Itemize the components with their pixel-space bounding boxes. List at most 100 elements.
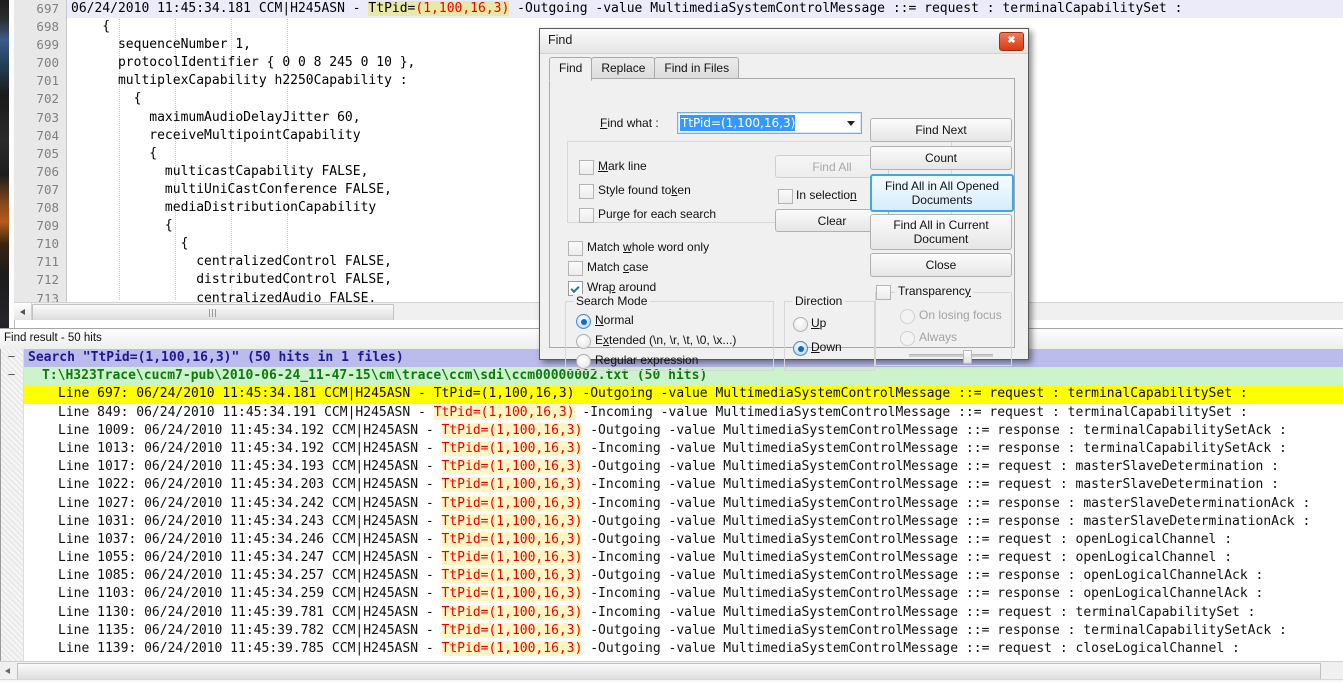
tab-find-in-files[interactable]: Find in Files [654, 57, 740, 78]
editor-hscroll-thumb[interactable] [32, 304, 394, 320]
tab-replace[interactable]: Replace [591, 57, 656, 78]
find-result-row[interactable]: Line 1031: 06/24/2010 11:45:34.243 CCM|H… [24, 513, 1343, 531]
always-radio[interactable] [900, 331, 915, 346]
find-dialog[interactable]: Find ✖ Find Replace Find in Files FFind … [539, 28, 1029, 371]
scroll-left-arrow-icon[interactable] [0, 662, 16, 679]
close-label: Close [925, 258, 957, 272]
find-result-row[interactable]: Line 1009: 06/24/2010 11:45:34.192 CCM|H… [24, 422, 1343, 440]
notepadpp-window: 697 698 699 700 701 702 703 704 705 706 707 708 709 7… [0, 0, 1343, 682]
line-number: 697 [36, 1, 59, 16]
fold-marker-file[interactable]: − [6, 368, 17, 381]
close-icon[interactable]: ✖ [999, 32, 1024, 51]
find-result-hscroll-thumb[interactable] [17, 663, 1321, 680]
find-result-row[interactable]: Line 849: 06/24/2010 11:45:34.191 CCM|H2… [24, 404, 1343, 422]
find-result-list[interactable]: Search "TtPid=(1,100,16,3)" (50 hits in … [24, 349, 1343, 661]
find-dialog-body: Find Replace Find in Files FFind what :i… [545, 57, 1021, 371]
search-mode-normal-radio[interactable] [576, 314, 591, 329]
match-case-label[interactable]: Match case [587, 260, 648, 274]
find-result-row[interactable]: Line 1103: 06/24/2010 11:45:34.259 CCM|H… [24, 585, 1343, 603]
scroll-left-arrow-icon[interactable] [14, 303, 32, 320]
find-all-current-label: Find All in Current Document [893, 218, 989, 246]
find-dialog-title: Find [548, 33, 573, 47]
direction-group: Direction [784, 294, 875, 371]
search-mode-normal-label[interactable]: Normal [595, 313, 634, 327]
slider-track [909, 354, 993, 357]
direction-down-radio[interactable] [793, 341, 808, 356]
find-dialog-tabs[interactable]: Find Replace Find in Files [549, 57, 740, 81]
find-result-row[interactable]: Line 697: 06/24/2010 11:45:34.181 CCM|H2… [24, 385, 1343, 404]
line-number: 698 [36, 19, 59, 35]
direction-up-label[interactable]: Up [811, 316, 826, 330]
transparency-label[interactable]: Transparency [895, 284, 974, 298]
direction-up-radio[interactable] [793, 317, 808, 332]
line-number: 702 [36, 91, 59, 107]
find-result-row[interactable]: Line 1022: 06/24/2010 11:45:34.203 CCM|H… [24, 476, 1343, 494]
line-number: 709 [36, 218, 59, 234]
purge-for-each-search-label[interactable]: Purge for each search [598, 207, 716, 221]
search-mode-regex-label[interactable]: Regular expression [595, 353, 698, 367]
find-result-row[interactable]: Line 1130: 06/24/2010 11:45:39.781 CCM|H… [24, 604, 1343, 622]
always-label[interactable]: Always [919, 330, 957, 344]
style-found-token-label[interactable]: Style found token [598, 183, 691, 197]
line-number: 701 [36, 73, 59, 89]
match-case-checkbox[interactable] [568, 261, 583, 276]
line-number: 708 [36, 200, 59, 216]
search-mode-regex-radio[interactable] [576, 354, 591, 369]
find-all-label: Find All [812, 159, 852, 174]
line-number: 699 [36, 37, 59, 53]
editor-line[interactable]: 06/24/2010 11:45:34.181 CCM|H245ASN - Tt… [67, 0, 1343, 19]
match-whole-word-label[interactable]: Match whole word only [587, 240, 709, 254]
find-what-label: FFind what :ind what : [600, 116, 659, 130]
count-button[interactable]: Count [870, 146, 1012, 170]
search-mode-caption: Search Mode [573, 294, 651, 308]
find-result-hscrollbar[interactable] [0, 661, 1343, 680]
find-all-opened-label: Find All in All Opened Documents [884, 179, 1000, 207]
line-number: 711 [36, 254, 59, 270]
direction-down-label[interactable]: Down [811, 340, 842, 354]
find-result-row[interactable]: Line 1055: 06/24/2010 11:45:34.247 CCM|H… [24, 549, 1343, 567]
line-number: 705 [36, 145, 59, 161]
line-number: 700 [36, 55, 59, 71]
in-selection-label[interactable]: In selection [796, 188, 857, 202]
wrap-around-label[interactable]: Wrap around [587, 280, 656, 294]
find-what-value[interactable]: TtPid=(1,100,16,3) [680, 115, 796, 131]
close-button[interactable]: Close [870, 253, 1012, 277]
match-whole-word-checkbox[interactable] [568, 241, 583, 256]
find-result-panel[interactable]: − − Search "TtPid=(1,100,16,3)" (50 hits… [0, 349, 1343, 661]
find-result-row[interactable]: Line 1013: 06/24/2010 11:45:34.192 CCM|H… [24, 440, 1343, 458]
search-mode-extended-radio[interactable] [576, 334, 591, 349]
find-result-row[interactable]: Line 1017: 06/24/2010 11:45:34.193 CCM|H… [24, 458, 1343, 476]
line-number: 710 [36, 236, 59, 252]
find-next-button[interactable]: Find Next [870, 118, 1012, 142]
fold-marker-search[interactable]: − [6, 350, 17, 363]
on-losing-focus-label[interactable]: On losing focus [919, 308, 1002, 322]
find-result-row[interactable]: Line 1037: 06/24/2010 11:45:34.246 CCM|H… [24, 531, 1343, 549]
direction-caption: Direction [792, 294, 846, 308]
find-result-row[interactable]: Line 1135: 06/24/2010 11:45:39.782 CCM|H… [24, 622, 1343, 640]
transparency-slider[interactable] [909, 350, 993, 364]
line-number: 707 [36, 181, 59, 197]
in-selection-checkbox[interactable] [778, 189, 793, 204]
search-mode-extended-label[interactable]: Extended (\n, \r, \t, \0, \x...) [595, 333, 736, 347]
mark-line-checkbox[interactable] [579, 160, 594, 175]
find-what-input[interactable]: TtPid=(1,100,16,3) [677, 112, 862, 134]
line-number: 703 [36, 109, 59, 125]
find-result-row[interactable]: Line 1027: 06/24/2010 11:45:34.242 CCM|H… [24, 495, 1343, 513]
line-number: 712 [36, 272, 59, 288]
on-losing-focus-radio[interactable] [900, 309, 915, 324]
clear-label: Clear [817, 213, 847, 228]
purge-for-each-search-checkbox[interactable] [579, 208, 594, 223]
count-label: Count [924, 151, 958, 165]
mark-line-label[interactable]: Mark line [598, 159, 647, 173]
find-result-row[interactable]: Line 1139: 06/24/2010 11:45:39.785 CCM|H… [24, 640, 1343, 658]
find-all-in-all-opened-documents-button[interactable]: Find All in All Opened Documents [870, 174, 1014, 212]
slider-knob[interactable] [962, 350, 972, 364]
tab-find[interactable]: Find [549, 57, 593, 81]
find-dialog-titlebar[interactable]: Find ✖ [540, 29, 1028, 54]
find-result-row[interactable]: Line 1085: 06/24/2010 11:45:34.257 CCM|H… [24, 567, 1343, 585]
style-found-token-checkbox[interactable] [579, 184, 594, 199]
transparency-checkbox[interactable] [876, 285, 891, 300]
line-number: 704 [36, 127, 59, 143]
chevron-down-icon[interactable] [847, 121, 855, 126]
find-all-in-current-document-button[interactable]: Find All in Current Document [870, 214, 1012, 250]
